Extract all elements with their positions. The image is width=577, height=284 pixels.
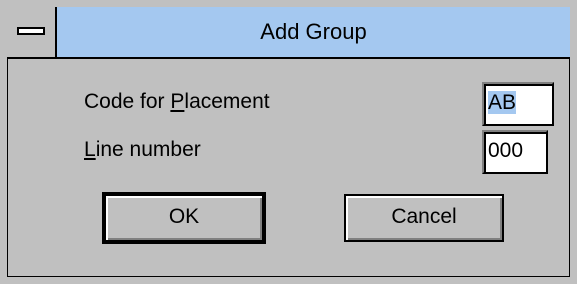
placement-label-mnemonic: P: [170, 90, 185, 113]
placement-label-prefix: Code for: [84, 90, 171, 113]
placement-label-suffix: lacement: [184, 90, 270, 113]
placement-code-value: AB: [488, 91, 517, 114]
line-number-label-mnemonic: L: [84, 138, 96, 161]
cancel-button[interactable]: Cancel: [344, 194, 504, 242]
system-menu-icon: [17, 27, 45, 35]
line-number-label-suffix: ine number: [95, 138, 201, 161]
line-number-value: 000: [488, 139, 524, 162]
ok-button[interactable]: OK: [102, 192, 266, 244]
placement-code-input[interactable]: AB: [482, 82, 554, 126]
line-number-input[interactable]: 000: [482, 130, 548, 174]
add-group-dialog: Add Group Code for Placement AB Line num…: [0, 0, 577, 284]
title-bar[interactable]: Add Group: [7, 7, 570, 59]
dialog-title: Add Group: [260, 19, 367, 44]
line-number-label: Line number: [84, 138, 201, 162]
system-menu-button[interactable]: [7, 7, 57, 57]
placement-label: Code for Placement: [84, 90, 270, 114]
